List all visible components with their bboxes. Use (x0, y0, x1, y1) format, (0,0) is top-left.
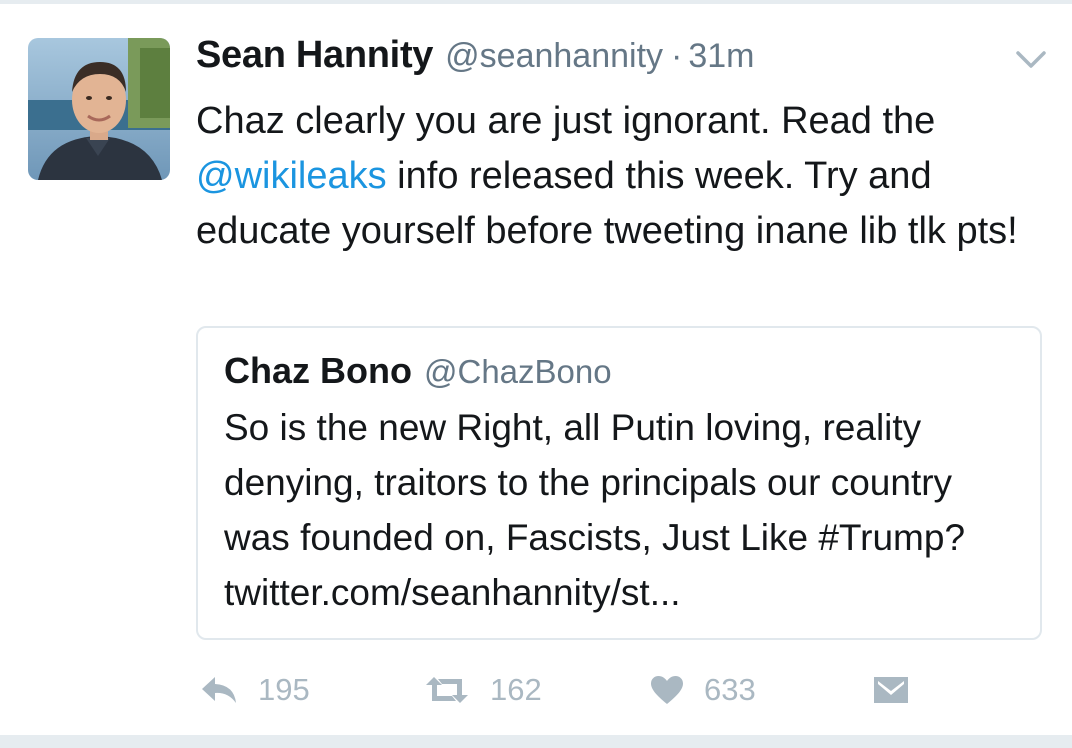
retweet-icon (426, 677, 468, 703)
tweet-text-part: Chaz clearly you are just ignorant. Read… (196, 100, 936, 142)
quoted-tweet-header: Chaz Bono @ChazBono (224, 350, 612, 392)
chevron-down-icon[interactable] (1014, 48, 1048, 72)
reply-button[interactable]: 195 (200, 668, 310, 712)
retweet-button[interactable]: 162 (424, 668, 542, 712)
tweet-card[interactable]: Sean Hannity @seanhannity · 31m Chaz cle… (0, 4, 1072, 735)
quoted-tweet-text: So is the new Right, all Putin loving, r… (224, 407, 966, 613)
avatar[interactable] (28, 38, 170, 180)
author-name[interactable]: Sean Hannity (196, 34, 433, 77)
author-handle[interactable]: @seanhannity (445, 37, 663, 76)
quoted-tweet[interactable]: Chaz Bono @ChazBono So is the new Right,… (196, 326, 1042, 640)
envelope-icon (874, 677, 908, 703)
heart-icon (651, 676, 683, 704)
tweet-header: Sean Hannity @seanhannity · 31m (196, 34, 755, 90)
quoted-author-handle: @ChazBono (423, 353, 612, 390)
action-bar: 195 162 633 (196, 668, 956, 712)
reply-count: 195 (258, 672, 310, 707)
bottom-divider (0, 735, 1072, 748)
like-count: 633 (704, 672, 756, 707)
quoted-author-name: Chaz Bono (224, 350, 412, 391)
direct-message-button[interactable] (872, 668, 910, 712)
separator-dot: · (671, 37, 683, 75)
profile-photo (28, 38, 170, 180)
reply-icon (202, 677, 236, 703)
tweet-text: Chaz clearly you are just ignorant. Read… (196, 94, 1046, 259)
mention-link[interactable]: @wikileaks (196, 155, 387, 197)
like-button[interactable]: 633 (650, 668, 756, 712)
tweet-timestamp[interactable]: 31m (688, 37, 754, 76)
retweet-count: 162 (490, 672, 542, 707)
